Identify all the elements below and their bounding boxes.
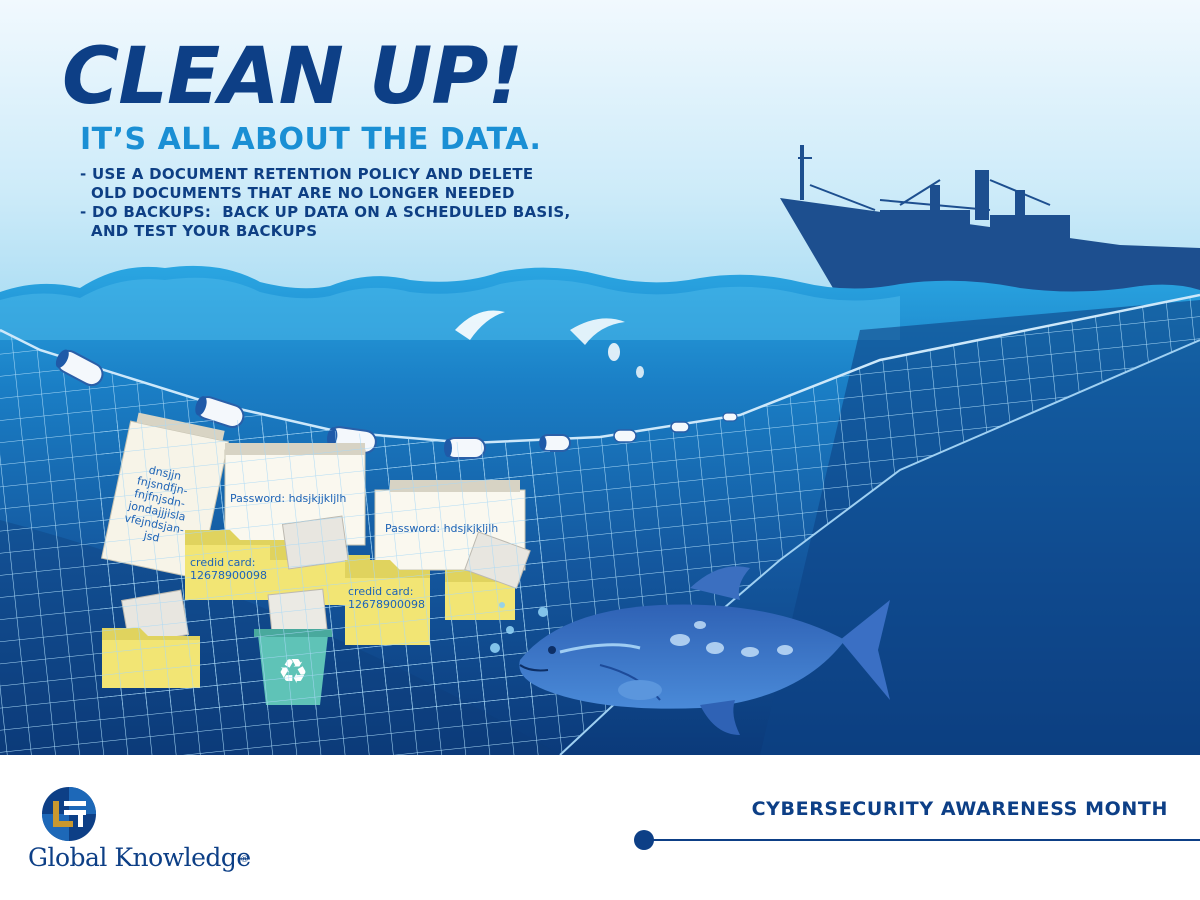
tip-line: - USE A DOCUMENT RETENTION POLICY AND DE… [80, 165, 534, 183]
campaign-underline [634, 830, 1200, 850]
brand-name: Global Knowledge [28, 843, 251, 872]
credit-card-text-1: credid card: 12678900098 [190, 556, 267, 582]
headline: CLEAN UP! [62, 32, 523, 122]
global-knowledge-logo-icon [42, 787, 96, 841]
campaign-title: CYBERSECURITY AWARENESS MONTH [751, 798, 1168, 820]
brand-registered-mark: ® [240, 855, 249, 865]
password-text-2: Password: hdsjkjkljlh [385, 522, 499, 535]
footer: Global Knowledge ® CYBERSECURITY AWARENE… [0, 755, 1200, 900]
tips-list: - USE A DOCUMENT RETENTION POLICY AND DE… [80, 165, 571, 241]
tip-line: AND TEST YOUR BACKUPS [80, 222, 318, 240]
credit-card-text-2: credid card: 12678900098 [348, 585, 425, 611]
password-text-1: Password: hdsjkjjkljlh [230, 492, 347, 505]
tip-line: OLD DOCUMENTS THAT ARE NO LONGER NEEDED [80, 184, 515, 202]
tip-line: - DO BACKUPS: BACK UP DATA ON A SCHEDULE… [80, 203, 571, 221]
subheadline: IT’S ALL ABOUT THE DATA. [80, 122, 542, 157]
poster: ♻ [0, 0, 1200, 900]
